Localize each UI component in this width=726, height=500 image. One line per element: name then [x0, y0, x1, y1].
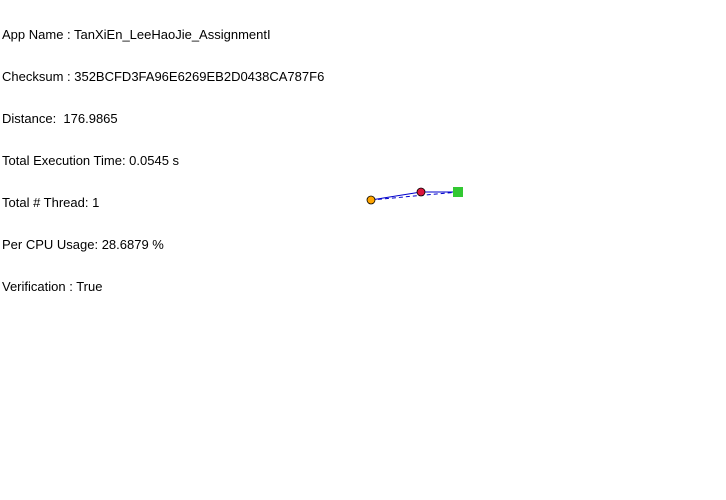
path-canvas	[366, 187, 463, 205]
end-node-marker	[453, 187, 463, 197]
start-node-marker	[366, 195, 376, 205]
waypoint-node-marker	[416, 187, 426, 197]
